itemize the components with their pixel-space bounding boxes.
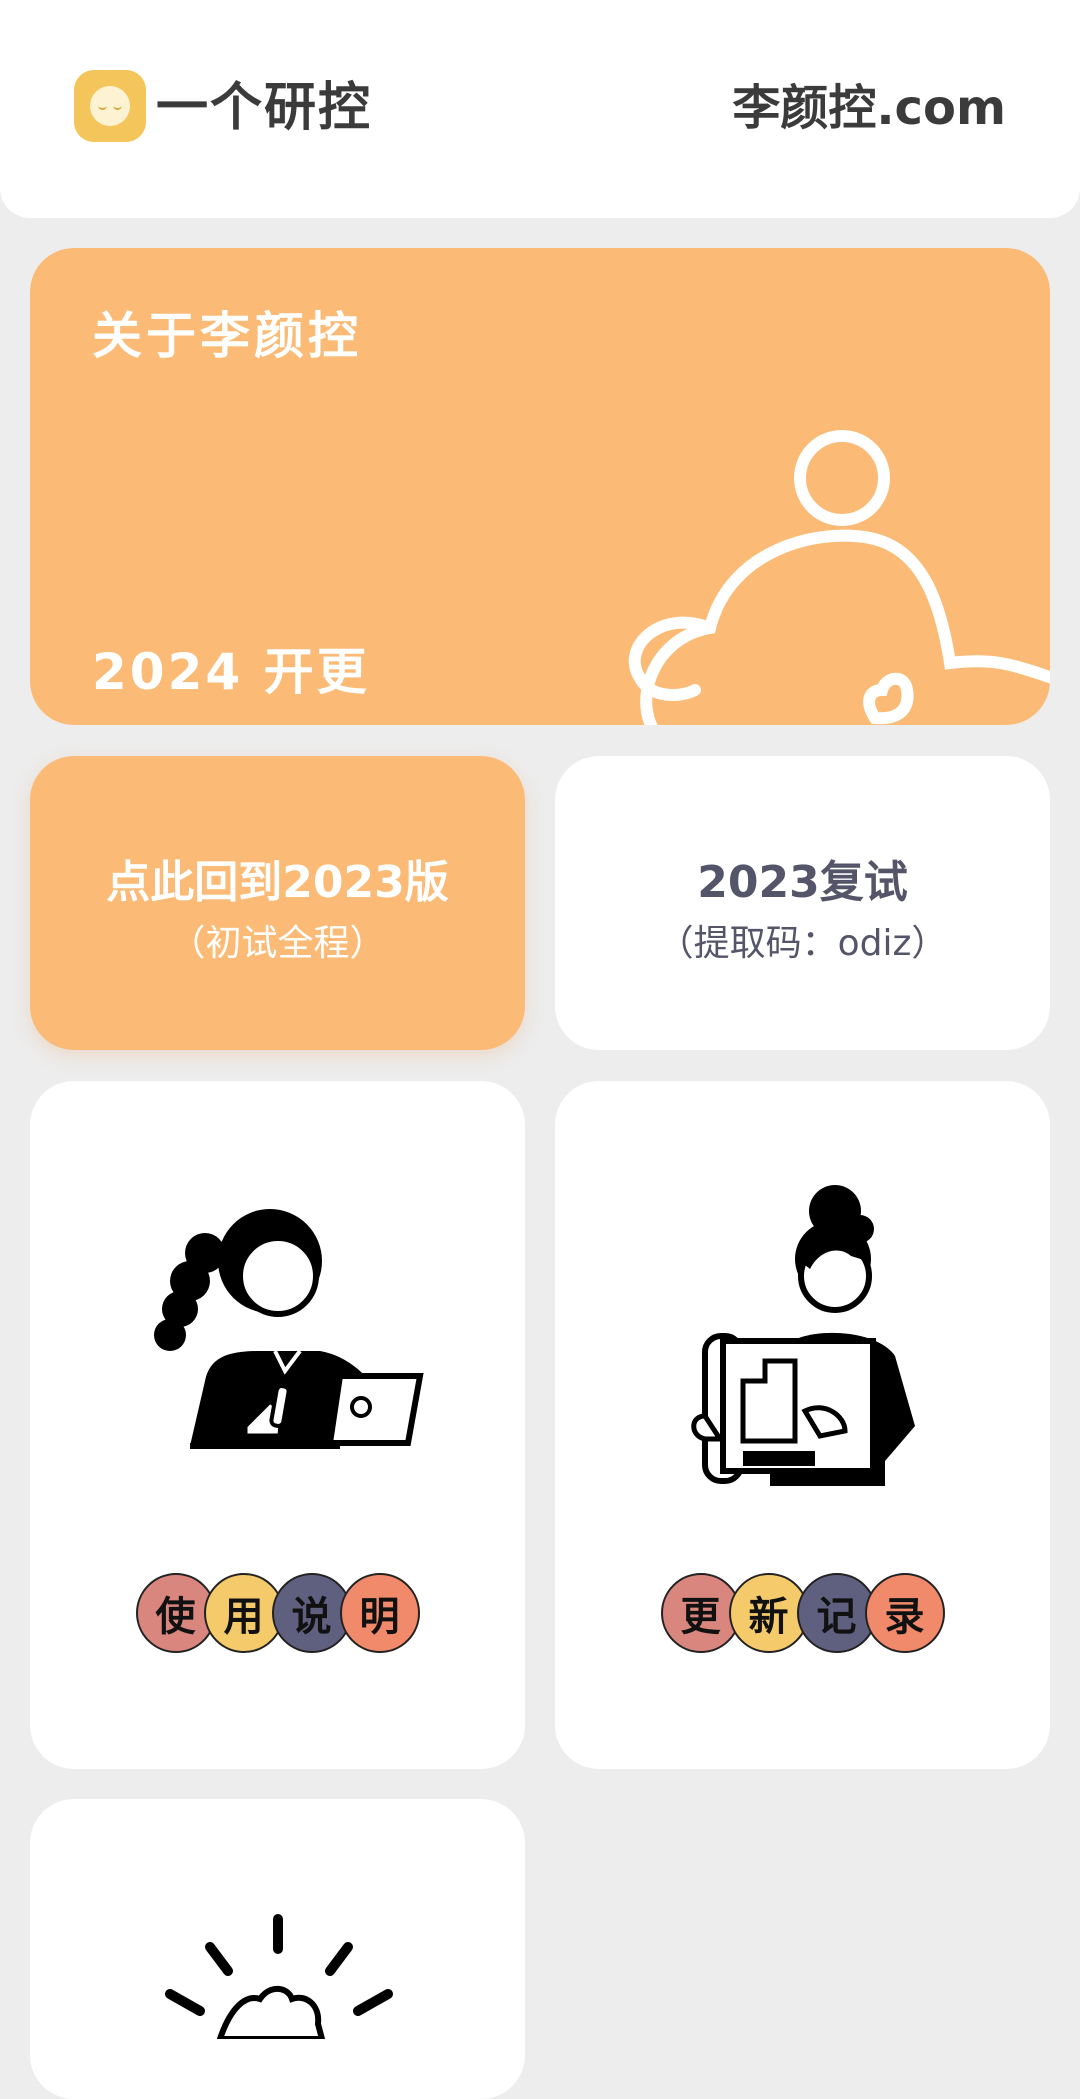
sun-eye-left <box>98 104 107 110</box>
retest-label: 2023复试 <box>697 857 908 908</box>
changelog-badges: 更 新 记 录 <box>555 1573 1050 1653</box>
celebrate-card[interactable] <box>30 1799 525 2099</box>
retest-2023-button[interactable]: 2023复试 （提取码：odiz） <box>555 756 1050 1050</box>
top-header: 一个研控 李颜控.com <box>0 0 1080 218</box>
usage-guide-card[interactable]: 使 用 说 明 <box>30 1081 525 1769</box>
badge-char: 录 <box>864 1573 945 1653</box>
about-subtitle: 2024 开更 <box>92 643 370 701</box>
bear-outline-icon <box>628 430 1050 725</box>
fist-celebrate-illustration <box>165 1914 393 2039</box>
sun-face-icon[interactable] <box>74 70 146 142</box>
back-to-2023-label: 点此回到2023版 <box>106 857 449 908</box>
retest-code-label: （提取码：odiz） <box>657 923 948 964</box>
badge-char: 明 <box>339 1573 420 1653</box>
woman-blueprint-illustration <box>691 1185 915 1486</box>
back-to-2023-button[interactable]: 点此回到2023版 （初试全程） <box>30 756 525 1050</box>
sun-eye-right <box>113 104 122 110</box>
sun-face <box>90 86 130 126</box>
back-to-2023-sublabel: （初试全程） <box>169 923 386 964</box>
about-title: 关于李颜控 <box>92 307 362 365</box>
about-card[interactable]: 关于李颜控 2024 开更 <box>30 248 1050 725</box>
site-domain[interactable]: 李颜控.com <box>732 76 1006 140</box>
student-laptop-illustration <box>154 1209 424 1449</box>
changelog-card[interactable]: 更 新 记 录 <box>555 1081 1050 1769</box>
logo-title[interactable]: 一个研控 <box>156 72 372 144</box>
usage-guide-badges: 使 用 说 明 <box>30 1573 525 1653</box>
